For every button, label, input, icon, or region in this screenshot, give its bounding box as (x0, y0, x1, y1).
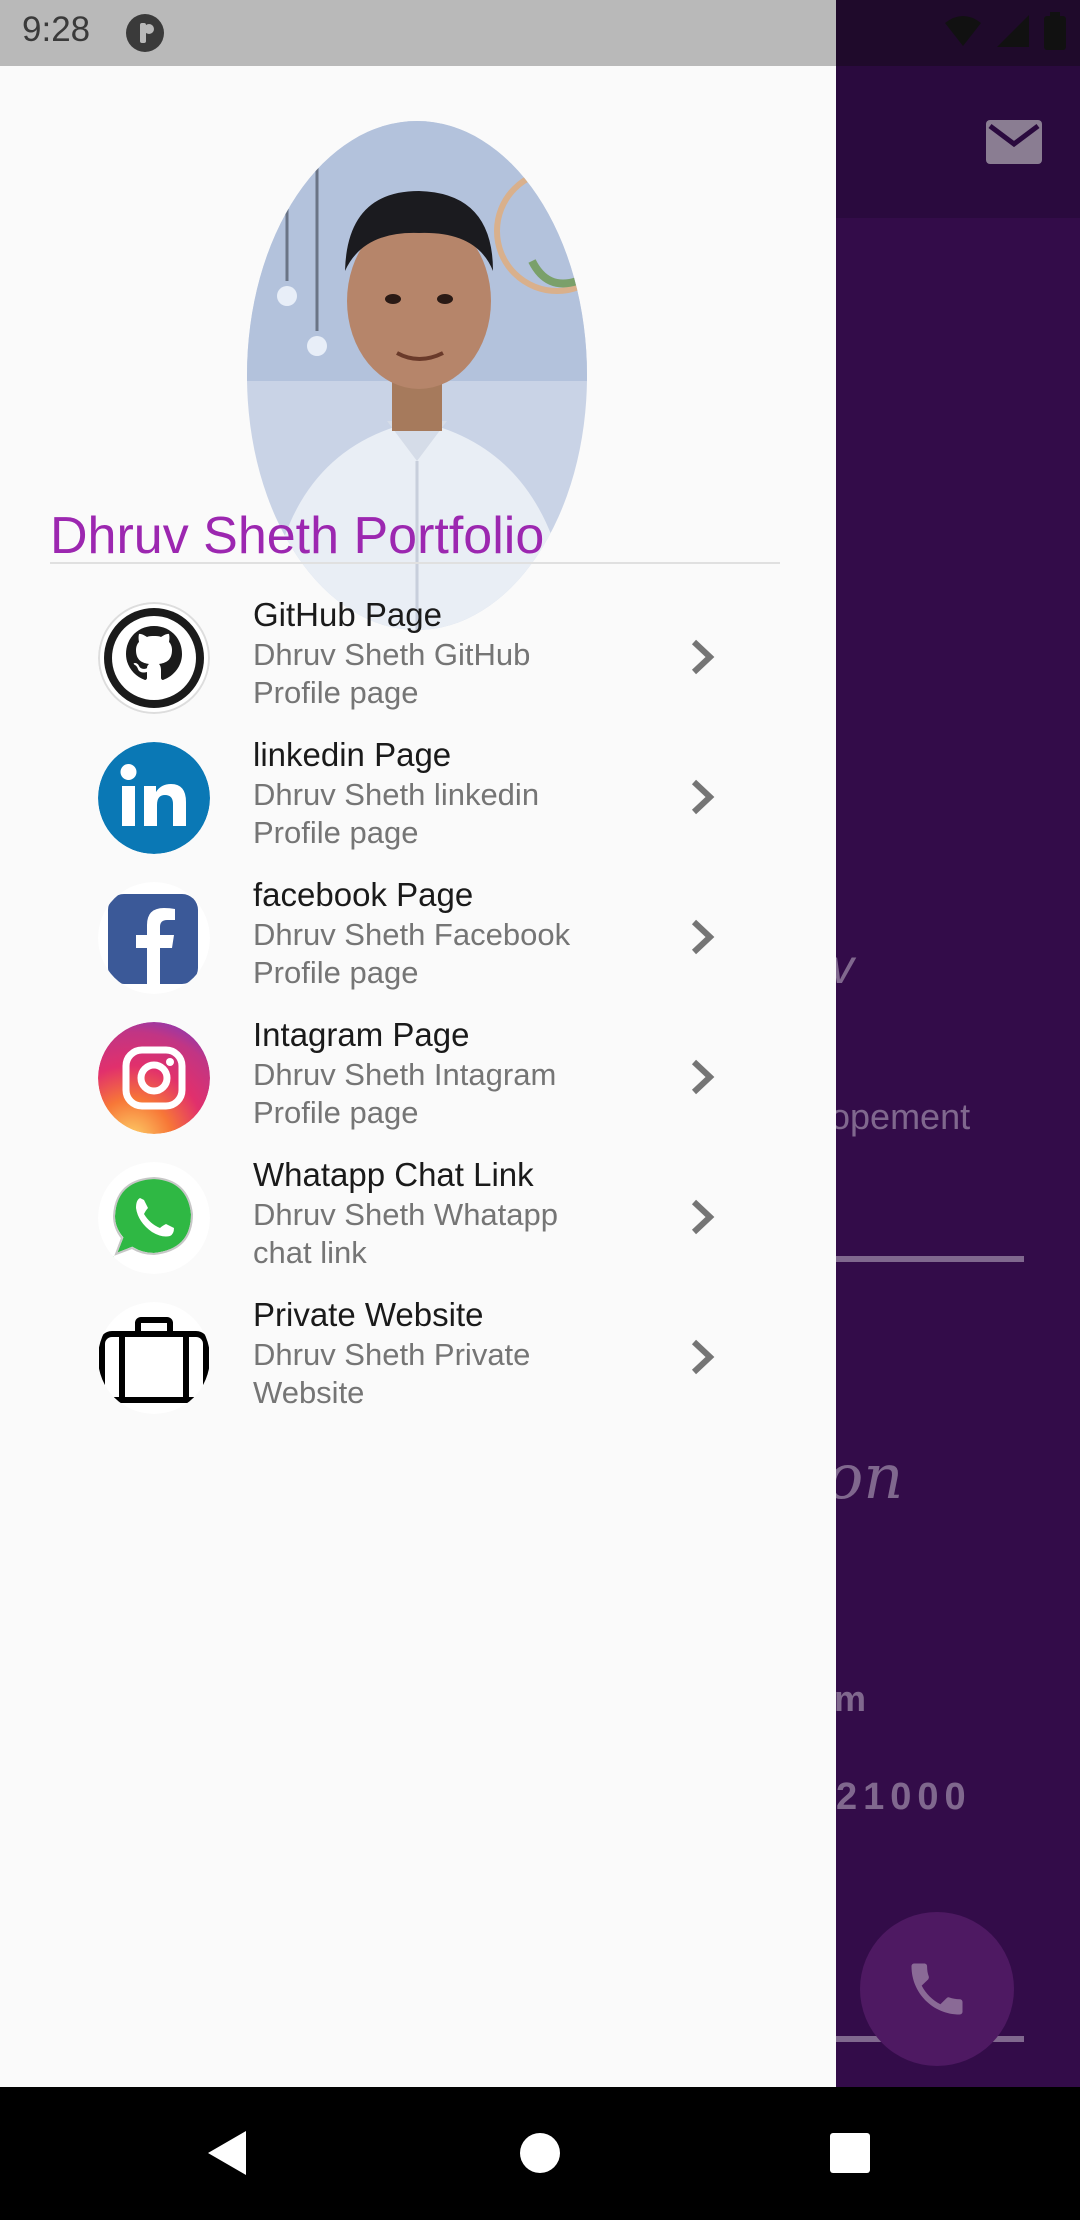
system-nav-bar (0, 2087, 1080, 2220)
background-divider (836, 1256, 1024, 1262)
list-item-whatsapp[interactable]: Whatapp Chat Link Dhruv Sheth Whatapp ch… (0, 1152, 836, 1292)
item-subtitle: Dhruv Sheth GitHub Profile page (253, 637, 531, 710)
item-subtitle: Dhruv Sheth linkedin Profile page (253, 777, 540, 850)
notification-app-icon (126, 14, 164, 52)
battery-icon (1044, 12, 1066, 50)
drawer-divider (50, 562, 780, 564)
chevron-right-icon (691, 1339, 715, 1375)
facebook-icon (98, 882, 210, 994)
phone-icon (911, 1963, 963, 2015)
item-title: facebook Page (253, 876, 474, 913)
list-item-private-website[interactable]: Private Website Dhruv Sheth Private Webs… (0, 1292, 836, 1432)
item-subtitle: Dhruv Sheth Private Website (253, 1337, 531, 1410)
github-icon (98, 602, 210, 714)
item-subtitle: Dhruv Sheth Whatapp chat link (253, 1197, 559, 1270)
item-title: Intagram Page (253, 1016, 470, 1053)
item-subtitle: Dhruv Sheth Intagram Profile page (253, 1057, 557, 1130)
list-item-facebook[interactable]: facebook Page Dhruv Sheth Facebook Profi… (0, 872, 836, 1012)
background-text: opement (830, 1096, 971, 1137)
chevron-right-icon (691, 1199, 715, 1235)
chevron-right-icon (691, 779, 715, 815)
item-title: Whatapp Chat Link (253, 1156, 534, 1193)
home-icon[interactable] (508, 2121, 572, 2185)
list-item-github[interactable]: GitHub Page Dhruv Sheth GitHub Profile p… (0, 592, 836, 732)
item-subtitle: Dhruv Sheth Facebook Profile page (253, 917, 571, 990)
wifi-icon (945, 16, 981, 46)
mail-icon[interactable] (986, 120, 1042, 164)
signal-icon (997, 15, 1029, 47)
call-button[interactable] (860, 1912, 1014, 2066)
whatsapp-icon (98, 1162, 210, 1274)
list-item-instagram[interactable]: Intagram Page Dhruv Sheth Intagram Profi… (0, 1012, 836, 1152)
chevron-right-icon (691, 639, 715, 675)
list-item-linkedin[interactable]: linkedin Page Dhruv Sheth linkedin Profi… (0, 732, 836, 872)
drawer-title: Dhruv Sheth Portfolio (50, 507, 545, 565)
linkedin-icon (98, 742, 210, 854)
item-title: Private Website (253, 1296, 484, 1333)
item-title: linkedin Page (253, 736, 452, 773)
recents-icon[interactable] (818, 2121, 882, 2185)
background-text: 21000 (836, 1776, 972, 1818)
item-title: GitHub Page (253, 596, 442, 633)
status-time: 9:28 (22, 10, 91, 49)
briefcase-icon (98, 1302, 210, 1414)
back-icon[interactable] (196, 2121, 260, 2185)
chevron-right-icon (691, 1059, 715, 1095)
chevron-right-icon (691, 919, 715, 955)
background-text: m (834, 1678, 867, 1719)
background-text: on (826, 1440, 904, 1513)
status-bar: 9:28 (0, 0, 1080, 66)
instagram-icon (98, 1022, 210, 1134)
navigation-drawer: Dhruv Sheth Portfolio GitHub Page Dhruv … (0, 66, 836, 2087)
